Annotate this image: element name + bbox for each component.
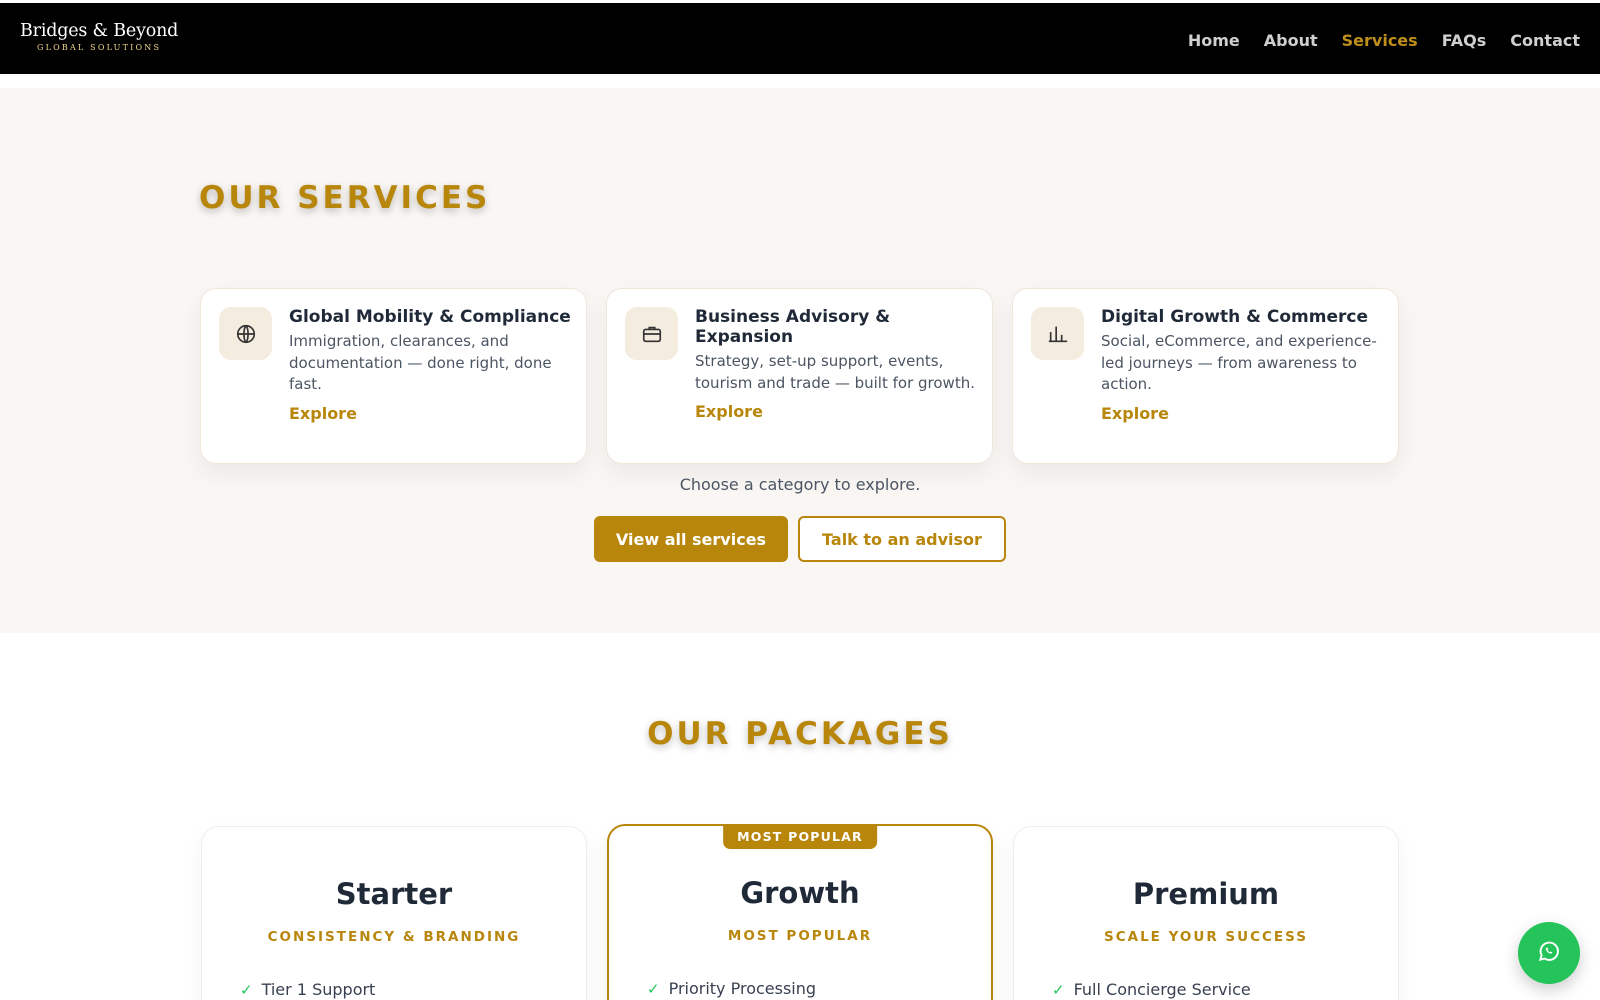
- check-icon: ✓: [240, 980, 253, 999]
- package-feature: ✓ Priority Processing: [647, 979, 816, 998]
- view-all-services-button[interactable]: View all services: [594, 516, 788, 562]
- nav-services[interactable]: Services: [1342, 31, 1418, 50]
- package-feature-label: Full Concierge Service: [1073, 980, 1251, 999]
- package-card-growth[interactable]: MOST POPULAR Growth MOST POPULAR ✓ Prior…: [607, 824, 993, 1000]
- package-feature-label: Priority Processing: [668, 979, 817, 998]
- service-card-description: Immigration, clearances, and documentati…: [289, 332, 552, 393]
- nav-about[interactable]: About: [1264, 31, 1318, 50]
- packages-title: OUR PACKAGES: [647, 716, 953, 752]
- service-card-mobility[interactable]: Global Mobility & Compliance Immigration…: [200, 288, 587, 464]
- package-name: Starter: [335, 877, 453, 911]
- service-card-description: Strategy, set-up support, events, touris…: [695, 352, 975, 392]
- talk-to-advisor-button[interactable]: Talk to an advisor: [798, 516, 1006, 562]
- services-hint: Choose a category to explore.: [679, 475, 921, 494]
- package-card-premium[interactable]: Premium SCALE YOUR SUCCESS ✓ Full Concie…: [1013, 826, 1399, 1000]
- service-card-title: Digital Growth & Commerce: [1101, 307, 1368, 327]
- whatsapp-chat-button[interactable]: [1518, 922, 1580, 984]
- service-card-title: Global Mobility & Compliance: [289, 307, 571, 327]
- package-tagline: CONSISTENCY & BRANDING: [267, 929, 521, 945]
- main-nav: Home About Services FAQs Contact: [1188, 31, 1580, 50]
- package-tagline: MOST POPULAR: [727, 928, 873, 944]
- package-name: Premium: [1132, 877, 1280, 911]
- services-section: OUR SERVICES Global Mobility & Complianc…: [0, 88, 1600, 633]
- package-name: Growth: [740, 876, 860, 910]
- explore-link[interactable]: Explore: [1101, 404, 1169, 423]
- explore-link[interactable]: Explore: [289, 404, 357, 423]
- nav-home[interactable]: Home: [1188, 31, 1240, 50]
- package-feature-label: Tier 1 Support: [261, 980, 376, 999]
- whatsapp-icon: [1536, 938, 1562, 968]
- most-popular-badge: MOST POPULAR: [723, 824, 877, 849]
- check-icon: ✓: [647, 979, 660, 998]
- site-header: Bridges & Beyond GLOBAL SOLUTIONS Home A…: [0, 0, 1600, 74]
- logo-subtitle: GLOBAL SOLUTIONS: [37, 43, 162, 52]
- service-card-digital[interactable]: Digital Growth & Commerce Social, eComme…: [1012, 288, 1399, 464]
- globe-icon: [219, 307, 272, 360]
- package-tagline: SCALE YOUR SUCCESS: [1104, 929, 1308, 945]
- check-icon: ✓: [1052, 980, 1065, 999]
- services-title: OUR SERVICES: [199, 180, 491, 216]
- chart-icon: [1031, 307, 1084, 360]
- package-feature: ✓ Tier 1 Support: [240, 980, 375, 999]
- service-card-advisory[interactable]: Business Advisory & Expansion Strategy, …: [606, 288, 993, 464]
- package-feature: ✓ Full Concierge Service: [1052, 980, 1251, 999]
- service-card-title: Business Advisory & Expansion: [695, 307, 891, 347]
- nav-contact[interactable]: Contact: [1510, 31, 1580, 50]
- service-card-description: Social, eCommerce, and experience-led jo…: [1101, 332, 1377, 393]
- explore-link[interactable]: Explore: [695, 402, 763, 421]
- briefcase-icon: [625, 307, 678, 360]
- logo-wordmark: Bridges & Beyond: [20, 21, 179, 41]
- nav-faqs[interactable]: FAQs: [1442, 31, 1487, 50]
- package-card-starter[interactable]: Starter CONSISTENCY & BRANDING ✓ Tier 1 …: [201, 826, 587, 1000]
- brand-logo[interactable]: Bridges & Beyond GLOBAL SOLUTIONS: [20, 21, 178, 52]
